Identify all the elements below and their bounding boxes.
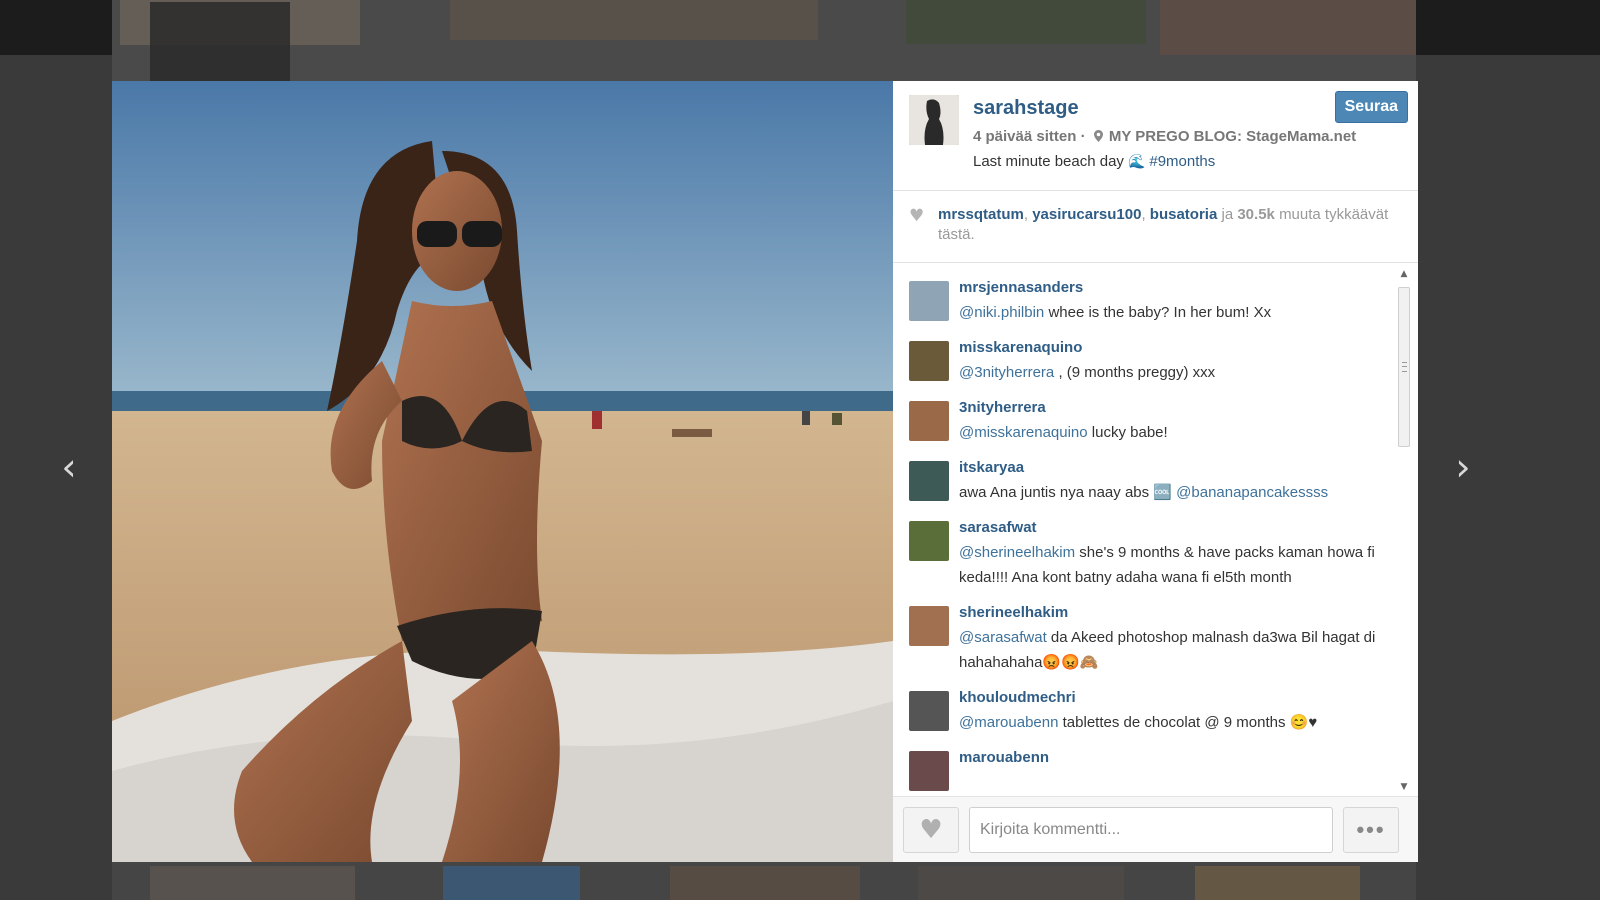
mention-link[interactable]: @sarasafwat bbox=[959, 629, 1047, 646]
liker-link[interactable]: mrssqtatum bbox=[938, 206, 1024, 223]
commenter-username-link[interactable]: mrsjennasanders bbox=[959, 275, 1396, 300]
scroll-up-arrow-icon[interactable]: ▲ bbox=[1399, 269, 1409, 279]
post-location-link[interactable]: MY PREGO BLOG: StageMama.net bbox=[1109, 128, 1356, 145]
comments-list: mrsjennasanders @niki.philbin whee is the… bbox=[893, 263, 1396, 796]
commenter-avatar[interactable] bbox=[909, 751, 949, 791]
heart-icon: ♥ bbox=[909, 206, 925, 226]
commenter-avatar[interactable] bbox=[909, 521, 949, 561]
like-button[interactable]: ♥ bbox=[903, 806, 959, 853]
commenter-avatar[interactable] bbox=[909, 606, 949, 646]
wave-emoji-icon: 🌊 bbox=[1127, 154, 1146, 170]
scrollbar-thumb[interactable] bbox=[1398, 287, 1410, 447]
comment-footer: ♥ ••• bbox=[893, 796, 1418, 862]
commenter-username-link[interactable]: khouloudmechri bbox=[959, 685, 1396, 710]
follow-button[interactable]: Seuraa bbox=[1334, 91, 1408, 123]
liker-link[interactable]: busatoria bbox=[1150, 206, 1218, 223]
background-thumbnail bbox=[443, 866, 580, 900]
post-timestamp[interactable]: 4 päivää sitten bbox=[973, 128, 1076, 145]
commenter-username-link[interactable]: misskarenaquino bbox=[959, 335, 1396, 360]
comment-text: @niki.philbin whee is the baby? In her b… bbox=[959, 300, 1396, 325]
caption-text: Last minute beach day bbox=[973, 153, 1124, 170]
author-avatar[interactable] bbox=[909, 95, 959, 145]
background-thumbnail bbox=[450, 0, 818, 40]
comment-text: @marouabenn tablettes de chocolat @ 9 mo… bbox=[959, 710, 1396, 735]
location-pin-icon bbox=[1093, 130, 1103, 142]
comments-scrollbar[interactable]: ▲ ▼ bbox=[1396, 269, 1412, 792]
likes-connector: ja bbox=[1221, 206, 1234, 223]
comment-item: sherineelhakim @sarasafwat da Akeed photo… bbox=[909, 600, 1396, 675]
next-post-arrow-icon[interactable]: › bbox=[1448, 447, 1478, 487]
previous-post-arrow-icon[interactable]: ‹ bbox=[54, 447, 84, 487]
scroll-down-arrow-icon[interactable]: ▼ bbox=[1399, 782, 1409, 792]
mention-link[interactable]: @niki.philbin bbox=[959, 304, 1044, 321]
background-thumbnail bbox=[1195, 866, 1360, 900]
post-header: sarahstage Seuraa 4 päivää sitten · MY P… bbox=[893, 81, 1418, 191]
commenter-username-link[interactable]: sarasafwat bbox=[959, 515, 1396, 540]
comment-text: @sherineelhakim she's 9 months & have pa… bbox=[959, 540, 1396, 590]
background-thumbnail bbox=[918, 866, 1124, 900]
comment-item: misskarenaquino @3nityherrera , (9 months… bbox=[909, 335, 1396, 385]
comment-item: itskaryaa awa Ana juntis nya naay abs 🆒 @… bbox=[909, 455, 1396, 505]
commenter-avatar[interactable] bbox=[909, 281, 949, 321]
comments-panel: mrsjennasanders @niki.philbin whee is the… bbox=[893, 263, 1418, 796]
comment-item: khouloudmechri @marouabenn tablettes de c… bbox=[909, 685, 1396, 735]
comment-text: @misskarenaquino lucky babe! bbox=[959, 420, 1396, 445]
post-modal: sarahstage Seuraa 4 päivää sitten · MY P… bbox=[112, 81, 1418, 862]
meta-separator: · bbox=[1080, 128, 1086, 145]
beach-photo-image bbox=[112, 81, 893, 862]
commenter-avatar[interactable] bbox=[909, 401, 949, 441]
background-thumbnail bbox=[906, 0, 1146, 44]
background-thumbnail bbox=[150, 866, 355, 900]
comment-text: @3nityherrera , (9 months preggy) xxx bbox=[959, 360, 1396, 385]
avatar-image bbox=[909, 95, 959, 145]
likes-summary: ♥ mrssqtatum, yasirucarsu100, busatoria … bbox=[893, 191, 1418, 263]
scrollbar-grip-icon bbox=[1402, 362, 1407, 372]
mention-link[interactable]: @3nityherrera bbox=[959, 364, 1054, 381]
comment-item: 3nityherrera @misskarenaquino lucky babe! bbox=[909, 395, 1396, 445]
mention-link[interactable]: @bananapancakessss bbox=[1176, 484, 1328, 501]
mention-link[interactable]: @sherineelhakim bbox=[959, 544, 1075, 561]
post-caption: Last minute beach day 🌊 #9months bbox=[973, 153, 1215, 170]
post-meta: 4 päivää sitten · MY PREGO BLOG: StageMa… bbox=[973, 128, 1356, 145]
heart-icon: ♥ bbox=[919, 814, 943, 845]
commenter-username-link[interactable]: marouabenn bbox=[959, 745, 1396, 770]
mention-link[interactable]: @marouabenn bbox=[959, 714, 1058, 731]
liker-link[interactable]: yasirucarsu100 bbox=[1032, 206, 1141, 223]
commenter-avatar[interactable] bbox=[909, 341, 949, 381]
mention-link[interactable]: @misskarenaquino bbox=[959, 424, 1088, 441]
comment-text-prefix: awa Ana juntis nya naay abs 🆒 bbox=[959, 484, 1177, 501]
more-options-button[interactable]: ••• bbox=[1343, 806, 1399, 853]
comment-item: sarasafwat @sherineelhakim she's 9 months… bbox=[909, 515, 1396, 590]
likes-count[interactable]: 30.5k bbox=[1237, 206, 1275, 223]
commenter-avatar[interactable] bbox=[909, 691, 949, 731]
post-photo[interactable] bbox=[112, 81, 893, 862]
comment-body: , (9 months preggy) xxx bbox=[1054, 364, 1216, 381]
background-thumbnail bbox=[670, 866, 860, 900]
comment-body: tablettes de chocolat @ 9 months 😊♥ bbox=[1058, 714, 1318, 731]
hashtag-link[interactable]: #9months bbox=[1149, 153, 1215, 170]
background-thumbnail bbox=[1160, 0, 1416, 55]
comment-body: whee is the baby? In her bum! Xx bbox=[1044, 304, 1272, 321]
comment-text: awa Ana juntis nya naay abs 🆒 @bananapan… bbox=[959, 480, 1396, 505]
comment-item: marouabenn bbox=[909, 745, 1396, 791]
commenter-username-link[interactable]: 3nityherrera bbox=[959, 395, 1396, 420]
commenter-avatar[interactable] bbox=[909, 461, 949, 501]
commenter-username-link[interactable]: itskaryaa bbox=[959, 455, 1396, 480]
comment-item: mrsjennasanders @niki.philbin whee is the… bbox=[909, 275, 1396, 325]
comment-body: lucky babe! bbox=[1087, 424, 1168, 441]
author-username-link[interactable]: sarahstage bbox=[973, 97, 1079, 120]
comment-input[interactable] bbox=[969, 806, 1333, 853]
commenter-username-link[interactable]: sherineelhakim bbox=[959, 600, 1396, 625]
post-sidebar: sarahstage Seuraa 4 päivää sitten · MY P… bbox=[893, 81, 1418, 862]
background-thumbnail bbox=[150, 2, 290, 81]
comment-text: @sarasafwat da Akeed photoshop malnash d… bbox=[959, 625, 1396, 675]
